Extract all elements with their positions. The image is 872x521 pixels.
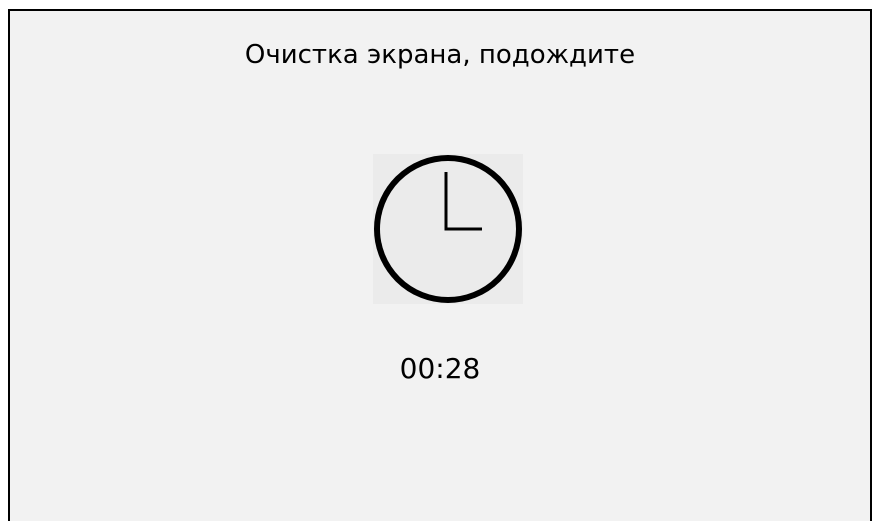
screen-clean-dialog: Очистка экрана, подождите 00:28 — [8, 9, 872, 521]
dialog-title: Очистка экрана, подождите — [244, 40, 636, 70]
countdown-timer: 00:28 — [399, 352, 481, 385]
clock-icon — [373, 154, 523, 304]
